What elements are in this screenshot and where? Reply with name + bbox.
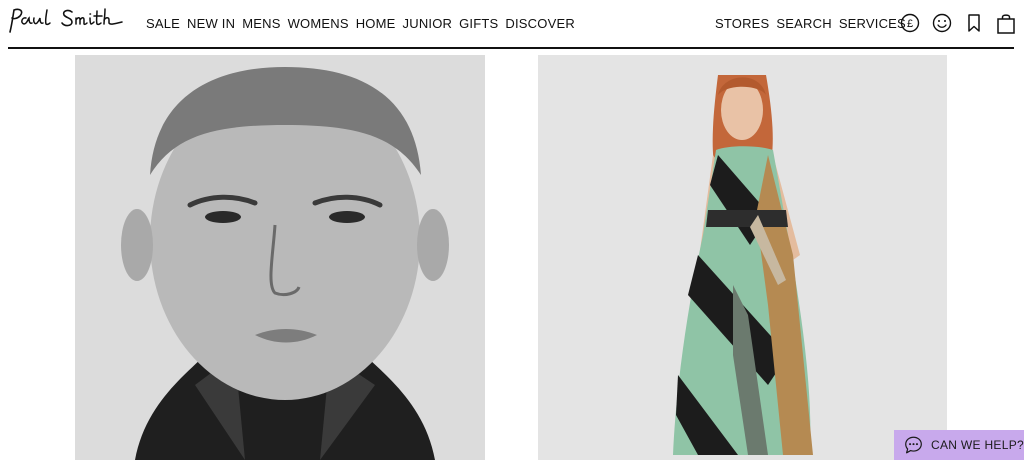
chat-bubble-icon [905, 436, 922, 454]
model-dress-illustration [538, 55, 947, 460]
nav-item-search[interactable]: SEARCH [776, 16, 831, 31]
nav-item-home[interactable]: HOME [356, 16, 396, 31]
nav-item-womens[interactable]: WOMENS [288, 16, 349, 31]
chat-help-widget[interactable]: CAN WE HELP? [894, 430, 1024, 460]
paul-smith-signature [9, 8, 123, 33]
header-icon-group: £ [899, 12, 1017, 34]
utility-navigation: STORES SEARCH SERVICES [715, 16, 906, 31]
bookmark-icon[interactable] [963, 12, 985, 34]
currency-pound-icon[interactable]: £ [899, 12, 921, 34]
nav-item-sale[interactable]: SALE [146, 16, 180, 31]
nav-item-stores[interactable]: STORES [715, 16, 769, 31]
womens-editorial-image[interactable] [538, 55, 947, 460]
account-smiley-icon[interactable] [931, 12, 953, 34]
paul-smith-logo[interactable] [6, 6, 128, 36]
nav-item-mens[interactable]: MENS [242, 16, 280, 31]
portrait-illustration [75, 55, 485, 460]
mens-editorial-image[interactable] [75, 55, 485, 460]
nav-item-discover[interactable]: DISCOVER [505, 16, 575, 31]
nav-item-gifts[interactable]: GIFTS [459, 16, 498, 31]
currency-symbol: £ [907, 18, 913, 30]
site-header: SALE NEW IN MENS WOMENS HOME JUNIOR GIFT… [0, 0, 1024, 49]
primary-navigation: SALE NEW IN MENS WOMENS HOME JUNIOR GIFT… [146, 16, 575, 31]
header-divider [8, 47, 1014, 49]
nav-item-junior[interactable]: JUNIOR [403, 16, 453, 31]
nav-item-services[interactable]: SERVICES [839, 16, 906, 31]
shopping-bag-icon[interactable] [995, 12, 1017, 34]
nav-item-new-in[interactable]: NEW IN [187, 16, 235, 31]
help-label: CAN WE HELP? [931, 438, 1024, 452]
